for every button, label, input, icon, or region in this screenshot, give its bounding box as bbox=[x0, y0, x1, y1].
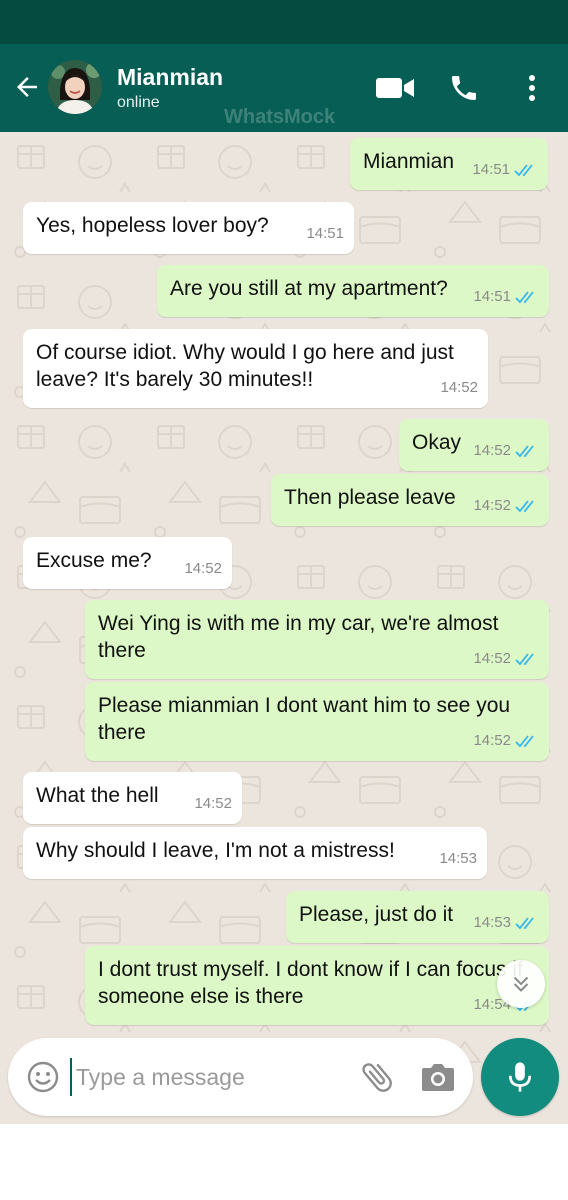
message-text: Excuse me? bbox=[36, 549, 152, 572]
message-text: Why should I leave, I'm not a mistress! bbox=[36, 839, 395, 862]
message-bubble-outgoing[interactable]: Are you still at my apartment? 14:51 bbox=[157, 265, 549, 317]
message-meta: 14:51 bbox=[473, 283, 539, 310]
message-time: 14:51 bbox=[473, 288, 511, 305]
message-bubble-incoming[interactable]: Excuse me? 14:52 bbox=[23, 537, 232, 589]
read-receipt-icon bbox=[515, 734, 534, 747]
chat-header: Mianmian online WhatsMock bbox=[0, 44, 568, 132]
read-receipt-icon bbox=[515, 499, 534, 512]
message-text: What the hell bbox=[36, 784, 159, 807]
message-bubble-outgoing[interactable]: Okay 14:52 bbox=[399, 419, 549, 471]
message-bubble-outgoing[interactable]: Please, just do it 14:53 bbox=[286, 891, 549, 943]
chevron-double-down-icon bbox=[513, 976, 529, 992]
message-time: 14:51 bbox=[472, 161, 510, 178]
phone-icon bbox=[452, 76, 476, 100]
message-bubble-outgoing[interactable]: Wei Ying is with me in my car, we're alm… bbox=[85, 600, 549, 679]
message-meta: 14:52 bbox=[440, 374, 478, 401]
message-bubble-outgoing[interactable]: Then please leave 14:52 bbox=[271, 474, 549, 526]
message-bubble-incoming[interactable]: Of course idiot. Why would I go here and… bbox=[23, 329, 488, 408]
more-vertical-icon bbox=[529, 75, 535, 101]
voice-call-button[interactable] bbox=[444, 68, 484, 108]
avatar[interactable] bbox=[48, 60, 102, 114]
contact-name[interactable]: Mianmian bbox=[117, 64, 223, 91]
message-meta: 14:52 bbox=[473, 645, 539, 672]
message-meta: 14:53 bbox=[473, 909, 539, 936]
message-meta: 14:52 bbox=[184, 555, 222, 582]
voice-message-button[interactable] bbox=[481, 1038, 559, 1116]
message-text: Okay bbox=[412, 431, 462, 454]
message-time: 14:52 bbox=[194, 795, 232, 812]
message-meta: 14:52 bbox=[473, 727, 539, 754]
message-meta: 14:51 bbox=[472, 156, 538, 183]
message-bubble-outgoing[interactable]: Mianmian 14:51 bbox=[350, 138, 548, 190]
message-text: I dont trust myself. I dont know if I ca… bbox=[98, 958, 523, 1008]
message-time: 14:51 bbox=[306, 225, 344, 242]
camera-icon[interactable] bbox=[420, 1060, 456, 1094]
message-meta: 14:53 bbox=[439, 845, 477, 872]
message-text: Then please leave bbox=[284, 486, 456, 509]
message-time: 14:52 bbox=[473, 650, 511, 667]
read-receipt-icon bbox=[515, 444, 534, 457]
read-receipt-icon bbox=[515, 652, 534, 665]
message-text: Of course idiot. Why would I go here and… bbox=[36, 341, 454, 391]
contact-status: online bbox=[117, 94, 160, 111]
watermark: WhatsMock bbox=[224, 106, 336, 128]
chat-area[interactable]: Mianmian 14:51 Yes, hopeless lover boy? … bbox=[0, 132, 568, 1124]
message-time: 14:53 bbox=[473, 914, 511, 931]
read-receipt-icon bbox=[515, 916, 534, 929]
message-bubble-incoming[interactable]: Yes, hopeless lover boy? 14:51 bbox=[23, 202, 354, 254]
message-meta: 14:52 bbox=[194, 790, 232, 817]
emoji-icon[interactable] bbox=[26, 1060, 60, 1094]
microphone-icon bbox=[508, 1062, 532, 1092]
message-text: Yes, hopeless lover boy? bbox=[36, 214, 269, 237]
message-bubble-outgoing[interactable]: I dont trust myself. I dont know if I ca… bbox=[85, 946, 549, 1025]
scroll-to-bottom-button[interactable] bbox=[497, 960, 545, 1008]
video-call-button[interactable] bbox=[374, 68, 416, 108]
paperclip-icon[interactable] bbox=[358, 1058, 396, 1096]
message-text: Please, just do it bbox=[299, 903, 454, 926]
message-text: Wei Ying is with me in my car, we're alm… bbox=[98, 612, 499, 662]
video-camera-icon bbox=[376, 78, 414, 98]
message-text: Please mianmian I dont want him to see y… bbox=[98, 694, 511, 744]
message-text: Mianmian bbox=[363, 150, 455, 173]
more-options-button[interactable] bbox=[514, 68, 550, 108]
message-time: 14:52 bbox=[473, 442, 511, 459]
read-receipt-icon bbox=[515, 290, 534, 303]
message-bubble-outgoing[interactable]: Please mianmian I dont want him to see y… bbox=[85, 682, 549, 761]
bottom-area bbox=[0, 1124, 568, 1200]
message-time: 14:52 bbox=[184, 560, 222, 577]
message-time: 14:52 bbox=[473, 497, 511, 514]
arrow-left-icon bbox=[17, 77, 37, 97]
message-bubble-incoming[interactable]: Why should I leave, I'm not a mistress! … bbox=[23, 827, 487, 879]
message-time: 14:52 bbox=[440, 379, 478, 396]
message-meta: 14:51 bbox=[306, 220, 344, 247]
message-time: 14:52 bbox=[473, 732, 511, 749]
message-composer bbox=[8, 1038, 473, 1116]
message-input[interactable] bbox=[70, 1058, 340, 1096]
message-bubble-incoming[interactable]: What the hell 14:52 bbox=[23, 772, 242, 824]
message-meta: 14:52 bbox=[473, 437, 539, 464]
status-bar bbox=[0, 0, 568, 44]
avatar-image bbox=[48, 60, 102, 114]
back-button[interactable] bbox=[10, 70, 44, 104]
read-receipt-icon bbox=[514, 163, 533, 176]
message-time: 14:53 bbox=[439, 850, 477, 867]
message-text: Are you still at my apartment? bbox=[170, 277, 448, 300]
message-meta: 14:52 bbox=[473, 492, 539, 519]
